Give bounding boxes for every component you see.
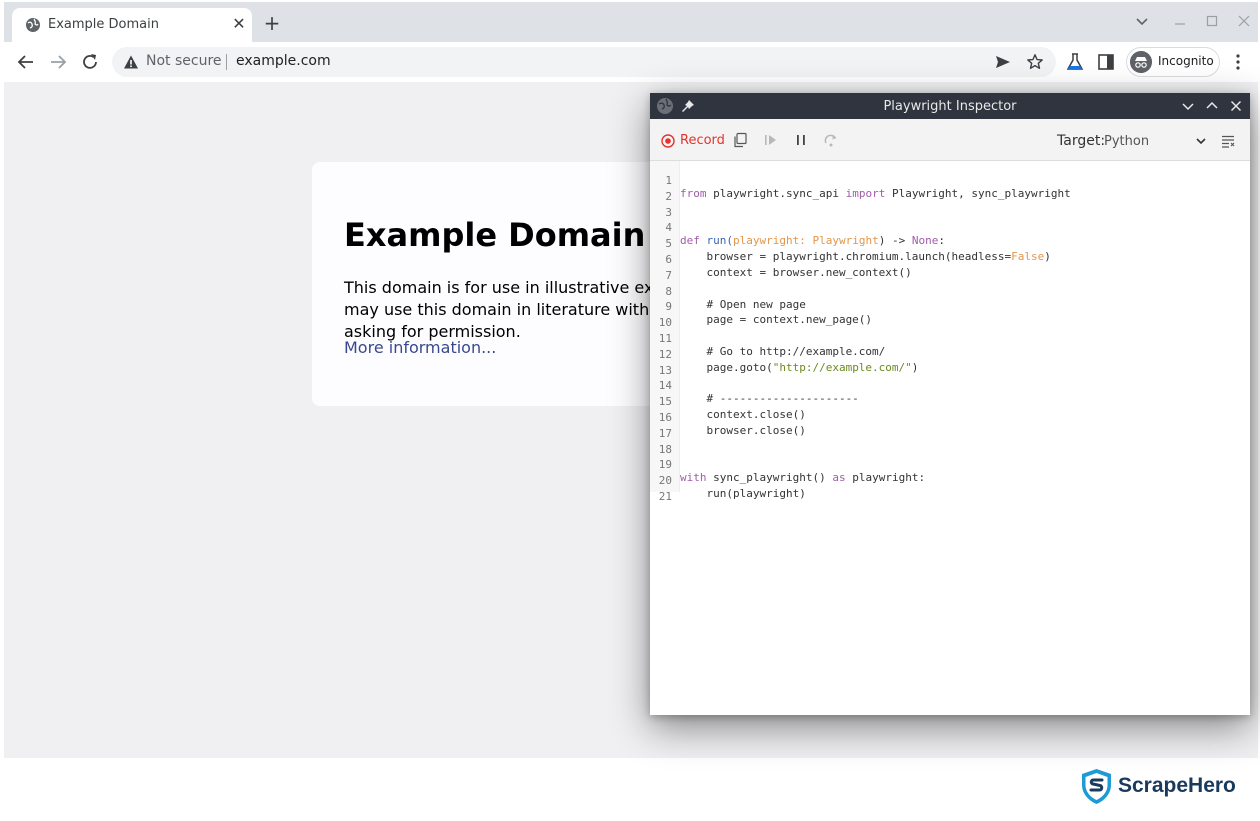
code-line: 7 xyxy=(650,256,1250,282)
record-button[interactable]: Record xyxy=(680,133,725,148)
incognito-profile-button[interactable]: Incognito xyxy=(1126,47,1220,77)
code-line: 16 browser.close() xyxy=(650,398,1250,437)
tab-strip: Example Domain ✕ + xyxy=(4,2,1258,42)
resume-icon[interactable] xyxy=(763,132,779,148)
address-bar[interactable]: Not secure example.com xyxy=(112,47,1056,77)
chevron-up-icon[interactable] xyxy=(1204,98,1220,114)
code-editor[interactable]: 1 from playwright.sync_api import Playwr… xyxy=(650,161,1250,715)
code-line: 1 from playwright.sync_api import Playwr… xyxy=(650,161,1250,200)
side-panel-icon[interactable] xyxy=(1096,52,1116,72)
scrapehero-logo: ScrapeHero xyxy=(1080,768,1240,806)
warning-icon[interactable] xyxy=(123,54,139,70)
brand-wordmark: ScrapeHero xyxy=(1118,774,1236,797)
chevron-down-icon[interactable] xyxy=(1180,98,1196,114)
shield-logo-icon xyxy=(1082,769,1111,804)
profile-label: Incognito xyxy=(1158,54,1214,68)
code-line: 12 page.goto("http://example.com/") xyxy=(650,335,1250,374)
line-number: 21 xyxy=(658,490,672,503)
code-line: 9 page = context.new_page() xyxy=(650,287,1250,326)
tab-search-icon[interactable] xyxy=(1132,11,1152,31)
window-close-icon[interactable] xyxy=(1234,11,1254,31)
close-icon[interactable] xyxy=(1228,98,1244,114)
code-line: 21 xyxy=(650,477,1250,503)
send-icon[interactable] xyxy=(994,53,1012,71)
code-line: 13 xyxy=(650,351,1250,377)
code-line: 2 xyxy=(650,177,1250,203)
back-icon[interactable] xyxy=(15,51,37,73)
code-line: 8 # Open new page xyxy=(650,272,1250,311)
code-line: 14 # --------------------- xyxy=(650,366,1250,405)
pause-icon[interactable] xyxy=(793,132,809,148)
copy-icon[interactable] xyxy=(732,132,748,148)
code-line: 5 browser = playwright.chromium.launch(h… xyxy=(650,224,1250,263)
tab-example-domain[interactable]: Example Domain ✕ xyxy=(12,8,252,42)
omnibox-divider xyxy=(226,54,227,70)
code-line: 15 context.close() xyxy=(650,382,1250,421)
playwright-inspector-window: Playwright Inspector Record Target: Pyth… xyxy=(650,93,1250,715)
code-line: 6 context = browser.new_context() xyxy=(650,240,1250,279)
page-heading: Example Domain xyxy=(344,216,646,254)
inspector-toolbar: Record Target: Python xyxy=(650,119,1250,161)
record-icon[interactable] xyxy=(661,134,675,148)
forward-icon[interactable] xyxy=(47,51,69,73)
code-line: 10 xyxy=(650,303,1250,329)
code-line: 4 def run(playwright: Playwright) -> Non… xyxy=(650,208,1250,247)
chevron-down-icon[interactable] xyxy=(1194,134,1208,148)
screen: Example Domain ✕ + Not secure example.co… xyxy=(0,0,1260,821)
tab-close-icon[interactable]: ✕ xyxy=(231,16,247,32)
tab-title: Example Domain xyxy=(48,17,159,32)
more-menu-icon[interactable] xyxy=(1230,52,1246,72)
minimize-icon[interactable] xyxy=(1170,11,1190,31)
globe-icon xyxy=(26,18,40,32)
code-line: 3 xyxy=(650,193,1250,219)
code-line: 18 xyxy=(650,430,1250,456)
inspector-title: Playwright Inspector xyxy=(883,99,1017,114)
code-line: 20 run(playwright) xyxy=(650,461,1250,500)
target-select[interactable]: Python xyxy=(1104,134,1149,149)
bookmark-star-icon[interactable] xyxy=(1026,53,1044,71)
code-line: 17 xyxy=(650,414,1250,440)
new-tab-icon[interactable]: + xyxy=(262,13,282,34)
reload-icon[interactable] xyxy=(79,51,101,73)
more-information-link[interactable]: More information... xyxy=(344,338,496,357)
incognito-icon xyxy=(1130,51,1152,73)
step-over-icon[interactable] xyxy=(823,132,839,148)
code-line: 11 # Go to http://example.com/ xyxy=(650,319,1250,358)
target-label: Target: xyxy=(1057,133,1106,149)
inspector-titlebar: Playwright Inspector xyxy=(650,93,1250,119)
url-text[interactable]: example.com xyxy=(236,53,331,69)
browser-toolbar: Not secure example.com Incognito xyxy=(4,42,1258,82)
flask-icon[interactable] xyxy=(1065,52,1085,72)
maximize-icon[interactable] xyxy=(1202,11,1222,31)
security-label[interactable]: Not secure xyxy=(146,53,222,69)
clear-icon[interactable] xyxy=(1220,133,1236,149)
code-line: 19 with sync_playwright() as playwright: xyxy=(650,445,1250,484)
